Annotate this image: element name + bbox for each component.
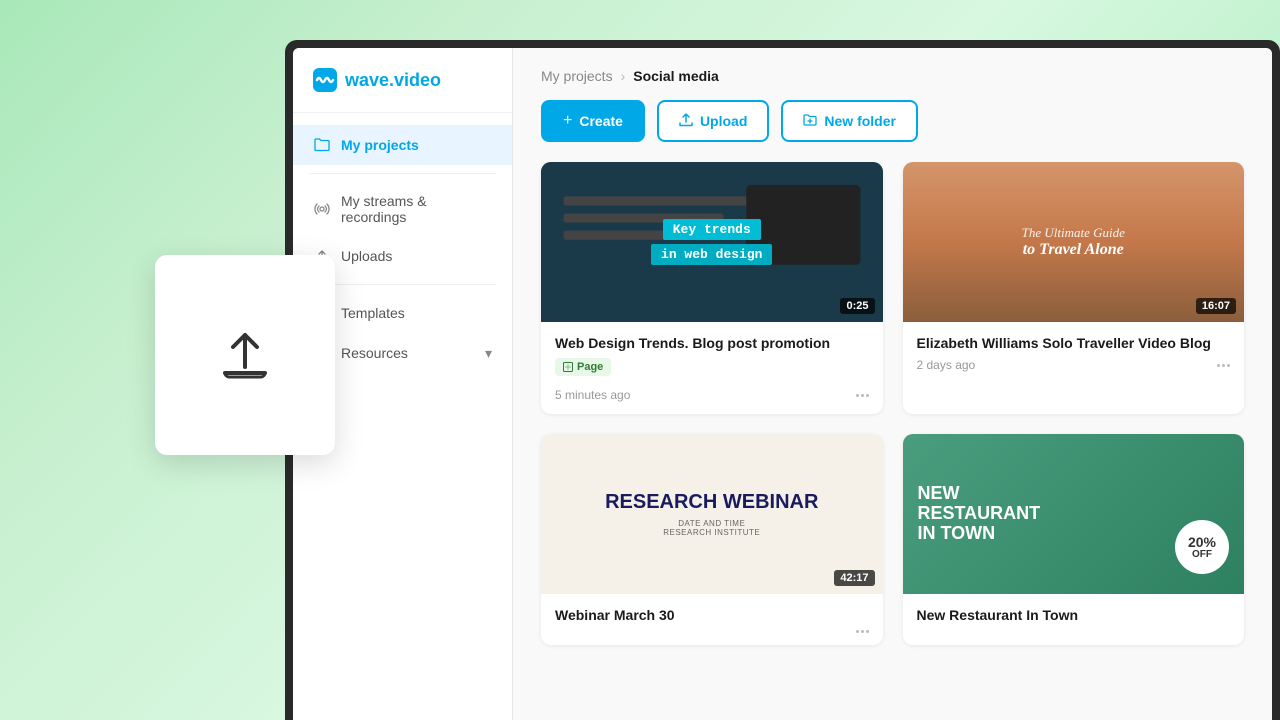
webinar-subtitle: DATE AND TIMERESEARCH INSTITUTE xyxy=(605,519,818,537)
wave-logo-icon xyxy=(313,68,337,92)
card-title-webinar: Webinar March 30 xyxy=(555,606,869,624)
create-plus-icon: + xyxy=(563,112,572,130)
card-thumbnail-travel: The Ultimate Guide to Travel Alone 16:07 xyxy=(903,162,1245,322)
card-meta-webinar xyxy=(555,630,869,633)
card-thumbnail-webinar: RESEARCH WEBINAR DATE AND TIMERESEARCH I… xyxy=(541,434,883,594)
folder-icon xyxy=(313,136,331,154)
badge-line2: in web design xyxy=(651,244,772,265)
toolbar: + Create Upload xyxy=(541,100,1244,142)
dot1 xyxy=(1217,364,1220,367)
card-webinar[interactable]: RESEARCH WEBINAR DATE AND TIMERESEARCH I… xyxy=(541,434,883,645)
card-info-travel: Elizabeth Williams Solo Traveller Video … xyxy=(903,322,1245,384)
key-trends-badge: Key trends in web design xyxy=(651,219,772,265)
card-restaurant[interactable]: NEWRESTAURANTIN TOWN 20% OFF New Restaur… xyxy=(903,434,1245,645)
laptop-screen: wave.video My projects xyxy=(293,48,1272,720)
card-time-webdesign: 5 minutes ago xyxy=(555,388,630,402)
dot2 xyxy=(861,630,864,633)
create-button[interactable]: + Create xyxy=(541,100,645,142)
create-label: Create xyxy=(579,113,623,129)
nav-divider-2 xyxy=(309,284,496,285)
sidebar-item-my-streams-label: My streams & recordings xyxy=(341,193,492,225)
logo-area: wave.video xyxy=(293,48,512,113)
card-time-travel: 2 days ago xyxy=(917,358,976,372)
discount-off: OFF xyxy=(1192,549,1212,560)
laptop-frame: wave.video My projects xyxy=(285,40,1280,720)
card-tag-label-webdesign: Page xyxy=(577,361,603,373)
duration-badge-travel: 16:07 xyxy=(1196,298,1236,314)
dot3 xyxy=(1227,364,1230,367)
card-more-webinar[interactable] xyxy=(856,630,869,633)
card-info-webinar: Webinar March 30 xyxy=(541,594,883,645)
card-info-restaurant: New Restaurant In Town xyxy=(903,594,1245,642)
dot3 xyxy=(866,394,869,397)
logo-text: wave.video xyxy=(345,70,441,91)
breadcrumb-current: Social media xyxy=(633,68,719,84)
new-folder-button[interactable]: New folder xyxy=(781,100,918,142)
card-title-restaurant: New Restaurant In Town xyxy=(917,606,1231,624)
webinar-title: RESEARCH WEBINAR xyxy=(605,491,818,513)
duration-badge-webinar: 42:17 xyxy=(834,570,874,586)
sidebar-item-my-projects-label: My projects xyxy=(341,137,419,153)
discount-percent: 20% xyxy=(1188,535,1216,549)
breadcrumb: My projects › Social media xyxy=(541,68,1244,84)
dot2 xyxy=(861,394,864,397)
upload-label: Upload xyxy=(700,113,747,129)
dot2 xyxy=(1222,364,1225,367)
badge-line1: Key trends xyxy=(663,219,761,240)
nav-divider-1 xyxy=(309,173,496,174)
sidebar-item-my-projects[interactable]: My projects xyxy=(293,125,512,165)
travel-text: The Ultimate Guide to Travel Alone xyxy=(1022,225,1125,259)
breadcrumb-separator: › xyxy=(621,68,626,84)
upload-arrow-icon xyxy=(210,320,280,390)
card-web-design[interactable]: Key trends in web design 0:25 Web Design… xyxy=(541,162,883,414)
card-info-webdesign: Web Design Trends. Blog post promotion P… xyxy=(541,322,883,414)
sidebar-item-uploads-label: Uploads xyxy=(341,248,392,264)
upload-button[interactable]: Upload xyxy=(657,100,769,142)
card-title-webdesign: Web Design Trends. Blog post promotion xyxy=(555,334,869,352)
card-tag-webdesign: Page xyxy=(555,358,611,376)
sidebar-item-templates-label: Templates xyxy=(341,305,405,321)
new-folder-label: New folder xyxy=(824,113,896,129)
discount-badge: 20% OFF xyxy=(1175,520,1229,574)
upload-overlay xyxy=(155,255,335,455)
card-thumbnail-restaurant: NEWRESTAURANTIN TOWN 20% OFF xyxy=(903,434,1245,594)
webinar-content: RESEARCH WEBINAR DATE AND TIMERESEARCH I… xyxy=(605,491,818,537)
dot1 xyxy=(856,630,859,633)
breadcrumb-parent[interactable]: My projects xyxy=(541,68,613,84)
sidebar-item-resources-label: Resources xyxy=(341,345,408,361)
card-meta-webdesign: 5 minutes ago xyxy=(555,388,869,402)
travel-line1: The Ultimate Guide xyxy=(1022,225,1125,241)
logo-wave-part: wave.video xyxy=(345,70,441,90)
upload-icon xyxy=(679,113,693,130)
project-grid: Key trends in web design 0:25 Web Design… xyxy=(513,162,1272,720)
card-more-travel[interactable] xyxy=(1217,364,1230,367)
card-thumbnail-webdesign: Key trends in web design 0:25 xyxy=(541,162,883,322)
card-title-travel: Elizabeth Williams Solo Traveller Video … xyxy=(917,334,1231,352)
broadcast-icon xyxy=(313,200,331,218)
card-meta-travel: 2 days ago xyxy=(917,358,1231,372)
travel-line2: to Travel Alone xyxy=(1022,241,1125,259)
camera-notch xyxy=(743,40,823,48)
dot3 xyxy=(866,630,869,633)
main-content: My projects › Social media + Create xyxy=(513,48,1272,720)
resources-chevron-icon: ▾ xyxy=(485,345,492,362)
sidebar-item-my-streams[interactable]: My streams & recordings xyxy=(293,182,512,236)
duration-badge-webdesign: 0:25 xyxy=(840,298,874,314)
card-travel-blog[interactable]: The Ultimate Guide to Travel Alone 16:07… xyxy=(903,162,1245,414)
new-folder-icon xyxy=(803,113,817,130)
main-header: My projects › Social media + Create xyxy=(513,48,1272,162)
dot1 xyxy=(856,394,859,397)
card-more-webdesign[interactable] xyxy=(856,394,869,397)
